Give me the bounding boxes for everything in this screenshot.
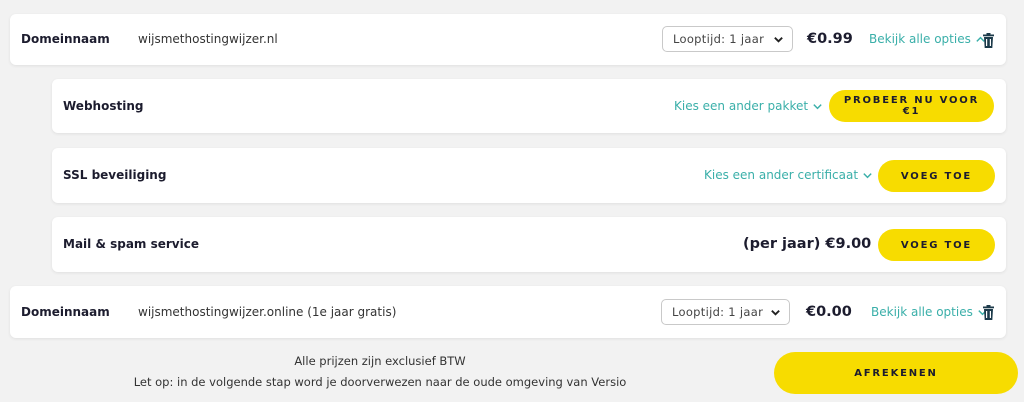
term-select-value: Looptijd: 1 jaar: [672, 305, 764, 319]
view-all-options-link[interactable]: Bekijk alle opties: [869, 32, 986, 46]
term-select[interactable]: Looptijd: 1 jaar: [662, 26, 793, 52]
chevron-down-icon: [774, 37, 783, 43]
choose-other-certificate-label: Kies een ander certificaat: [704, 168, 859, 182]
view-all-options-link[interactable]: Bekijk alle opties: [871, 305, 988, 319]
domain-name-text: wijsmethostingwijzer.online (1e jaar gra…: [138, 305, 397, 319]
redirect-note: Let op: in de volgende stap word je door…: [133, 375, 627, 389]
term-select[interactable]: Looptijd: 1 jaar: [661, 299, 790, 325]
domain-row-online: Domeinnaam wijsmethostingwijzer.online (…: [10, 286, 1006, 338]
ssl-label: SSL beveiliging: [63, 168, 167, 182]
mail-spam-label: Mail & spam service: [63, 237, 199, 251]
ssl-add-button[interactable]: VOEG TOE: [878, 160, 995, 192]
mail-spam-row: Mail & spam service (per jaar) €9.00 VOE…: [52, 217, 1006, 272]
domain-row-label: Domeinnaam: [21, 32, 110, 46]
mail-spam-price: (per jaar) €9.00: [743, 236, 872, 252]
domain-row-nl: Domeinnaam wijsmethostingwijzer.nl Loopt…: [10, 14, 1006, 65]
checkout-button[interactable]: AFREKENEN: [774, 352, 1018, 394]
mail-add-button[interactable]: VOEG TOE: [878, 229, 995, 261]
price-note: Alle prijzen zijn exclusief BTW: [294, 354, 466, 368]
chevron-down-icon: [813, 103, 822, 109]
view-all-options-label: Bekijk alle opties: [869, 32, 971, 46]
view-all-options-label: Bekijk alle opties: [871, 305, 973, 319]
trash-icon[interactable]: [982, 33, 995, 48]
domain-name-text: wijsmethostingwijzer.nl: [138, 32, 278, 46]
webhosting-row: Webhosting Kies een ander pakket PROBEER…: [52, 79, 1006, 133]
choose-other-package-label: Kies een ander pakket: [674, 99, 809, 113]
ssl-row: SSL beveiliging Kies een ander certifica…: [52, 148, 1006, 203]
choose-other-package-link[interactable]: Kies een ander pakket: [674, 99, 823, 113]
trash-icon[interactable]: [982, 305, 995, 320]
chevron-down-icon: [771, 310, 780, 316]
try-now-button[interactable]: PROBEER NU VOOR €1: [829, 90, 994, 122]
choose-other-certificate-link[interactable]: Kies een ander certificaat: [704, 168, 873, 182]
domain-row-label: Domeinnaam: [21, 305, 110, 319]
chevron-down-icon: [863, 172, 872, 178]
domain-price: €0.00: [806, 304, 852, 320]
domain-price: €0.99: [807, 31, 853, 47]
webhosting-label: Webhosting: [63, 99, 144, 113]
term-select-value: Looptijd: 1 jaar: [673, 32, 765, 46]
